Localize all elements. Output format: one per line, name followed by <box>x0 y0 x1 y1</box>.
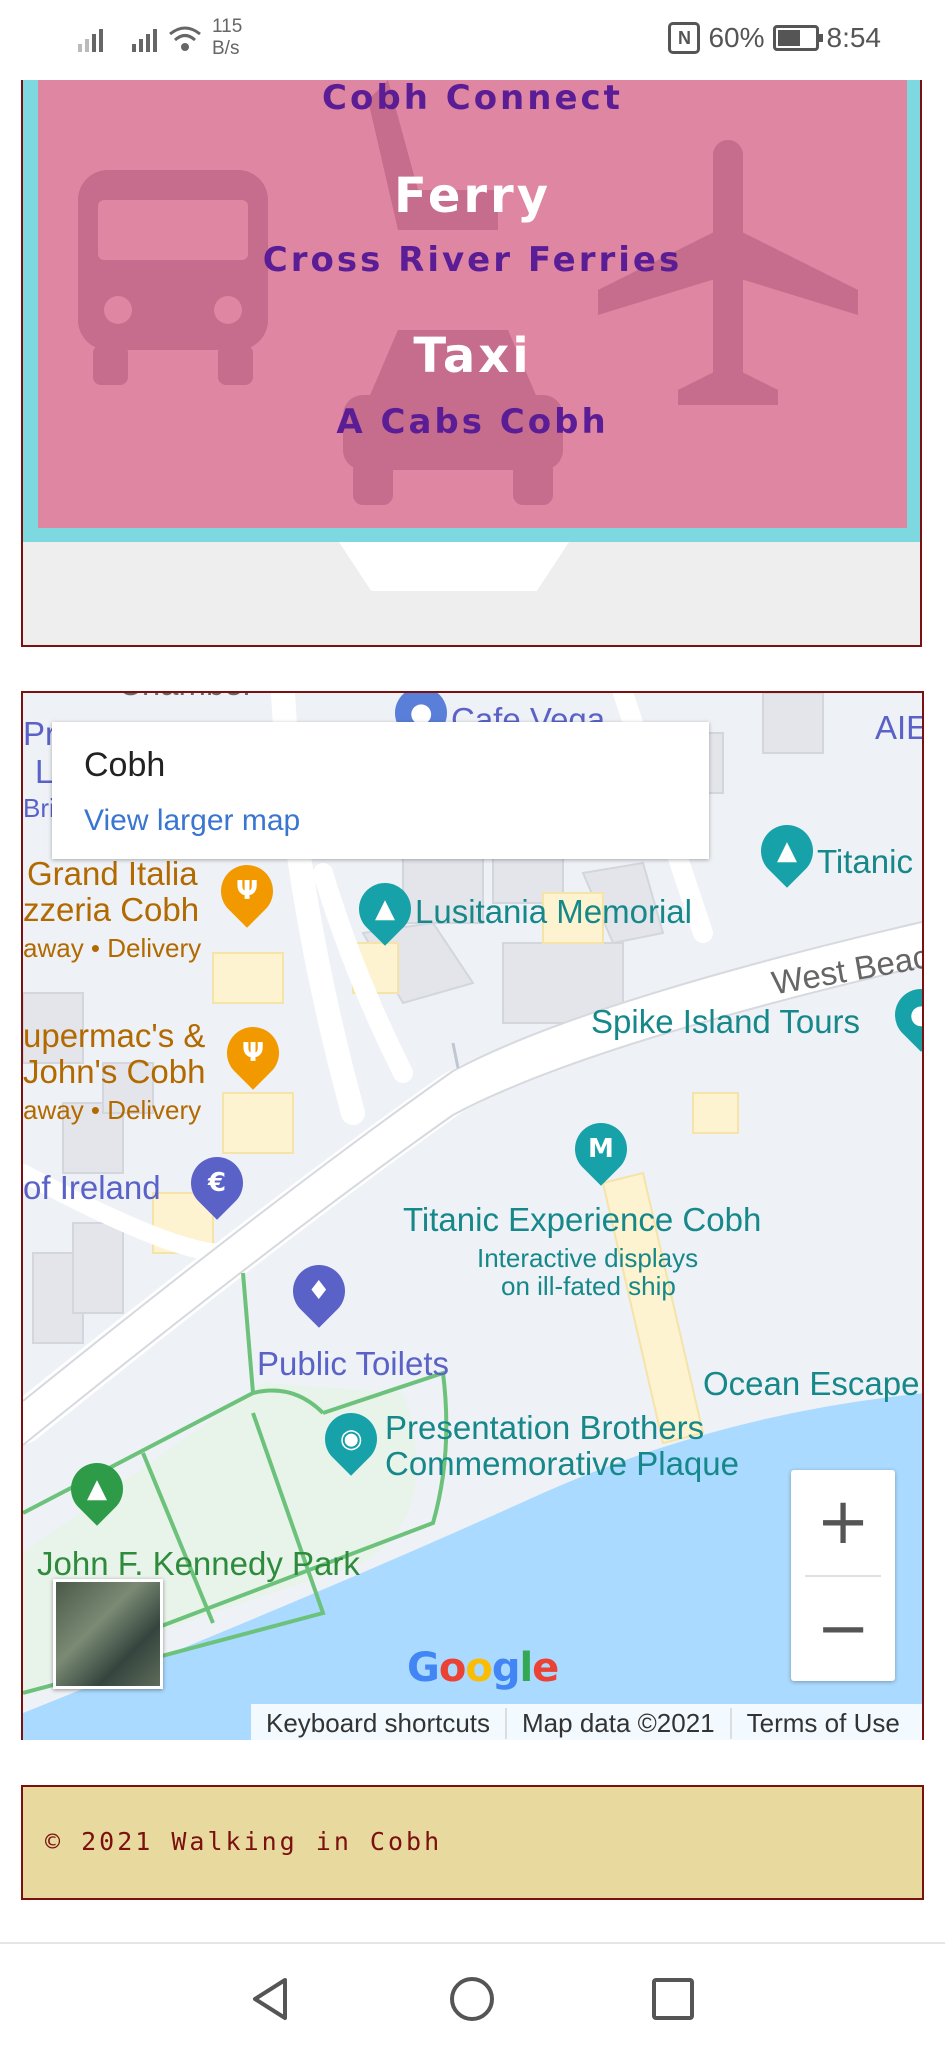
map-label-bank[interactable]: of Ireland <box>23 1169 161 1207</box>
recents-icon[interactable] <box>648 1974 698 2024</box>
map-label-aib[interactable]: AIE <box>875 709 922 747</box>
battery-icon <box>772 25 823 51</box>
map-label-spike[interactable]: Spike Island Tours <box>591 1003 860 1041</box>
map-label-presentation-2[interactable]: Commemorative Plaque <box>385 1445 739 1483</box>
android-nav-bar <box>0 1942 945 2050</box>
map-place-title: Cobh <box>84 746 166 784</box>
taxi-operator: A Cabs Cobh <box>336 402 609 442</box>
footer-copyright: © 2021 Walking in Cobh <box>45 1827 443 1856</box>
transport-panel: Cobh Connect Ferry Cross River Ferries T… <box>38 80 907 528</box>
home-icon[interactable] <box>447 1974 497 2024</box>
status-right: N 60% 8:54 <box>668 22 881 54</box>
connect-sub: Cobh Connect <box>322 80 623 118</box>
battery-percent: 60% <box>708 22 765 53</box>
zoom-in-button[interactable]: + <box>791 1470 895 1574</box>
map-data-label: Map data ©2021 <box>507 1707 732 1739</box>
signal-icon-2 <box>132 29 157 52</box>
network-speed: 115 B/s <box>212 16 242 60</box>
terms-of-use-link[interactable]: Terms of Use <box>732 1708 915 1739</box>
map-label-grand-italia-1[interactable]: Grand Italia <box>27 855 198 893</box>
map-label-titanic-exp-desc-2: on ill-fated ship <box>501 1271 676 1301</box>
zoom-out-button[interactable]: − <box>791 1577 895 1681</box>
ferry-heading: Ferry <box>393 168 552 224</box>
map-label-titanic-exp-desc-1: Interactive displays <box>477 1243 699 1273</box>
map-label-supermacs-3: away • Delivery <box>23 1095 202 1125</box>
map-label-left-l: L <box>35 753 54 790</box>
network-speed-unit: B/s <box>212 38 240 59</box>
map-label-toilets[interactable]: Public Toilets <box>257 1345 449 1383</box>
wifi-icon <box>169 26 201 51</box>
map-label-titanic[interactable]: Titanic <box>817 843 913 881</box>
zoom-controls: + − <box>791 1470 895 1681</box>
map-attribution: Keyboard shortcuts Map data ©2021 Terms … <box>251 1704 922 1740</box>
ferry-operator: Cross River Ferries <box>262 240 683 280</box>
satellite-toggle[interactable] <box>53 1579 163 1689</box>
map-label-grand-italia-2[interactable]: zzeria Cobh <box>23 891 199 929</box>
map-label-jfk-park[interactable]: John F. Kennedy Park <box>37 1545 360 1583</box>
footer: © 2021 Walking in Cobh <box>21 1785 924 1900</box>
google-logo: Google <box>407 1645 559 1691</box>
taxi-heading: Taxi <box>413 328 532 384</box>
map-label-grand-italia-3: away • Delivery <box>23 933 202 963</box>
status-bar: 115 B/s N 60% 8:54 <box>0 0 945 80</box>
view-larger-map-link[interactable]: View larger map <box>84 804 300 838</box>
clock: 8:54 <box>826 22 882 53</box>
back-icon[interactable] <box>245 1974 295 2024</box>
transport-card: Cobh Connect Ferry Cross River Ferries T… <box>21 80 922 647</box>
map-label-lusitania[interactable]: Lusitania Memorial <box>415 893 692 931</box>
map-label-supermacs-1[interactable]: upermac's & <box>23 1017 205 1055</box>
network-speed-value: 115 <box>212 16 243 37</box>
monitor-stand <box>339 542 569 591</box>
keyboard-shortcuts-link[interactable]: Keyboard shortcuts <box>251 1707 508 1739</box>
map-label-left-bri: Bri <box>23 793 55 823</box>
map[interactable]: Chamber ● Cafe Vega Pr L Bri AIE ▲ Titan… <box>21 691 924 1740</box>
map-label-cut-top: Chamber <box>118 693 254 703</box>
map-info-card: Cobh View larger map <box>52 722 709 859</box>
nfc-icon: N <box>668 22 701 54</box>
map-label-titanic-exp[interactable]: Titanic Experience Cobh <box>403 1201 761 1239</box>
map-label-ocean-escape[interactable]: Ocean Escape <box>703 1365 919 1403</box>
map-label-presentation-1[interactable]: Presentation Brothers <box>385 1409 704 1447</box>
map-label-supermacs-2[interactable]: John's Cobh <box>23 1053 205 1091</box>
signal-icon <box>78 29 103 52</box>
